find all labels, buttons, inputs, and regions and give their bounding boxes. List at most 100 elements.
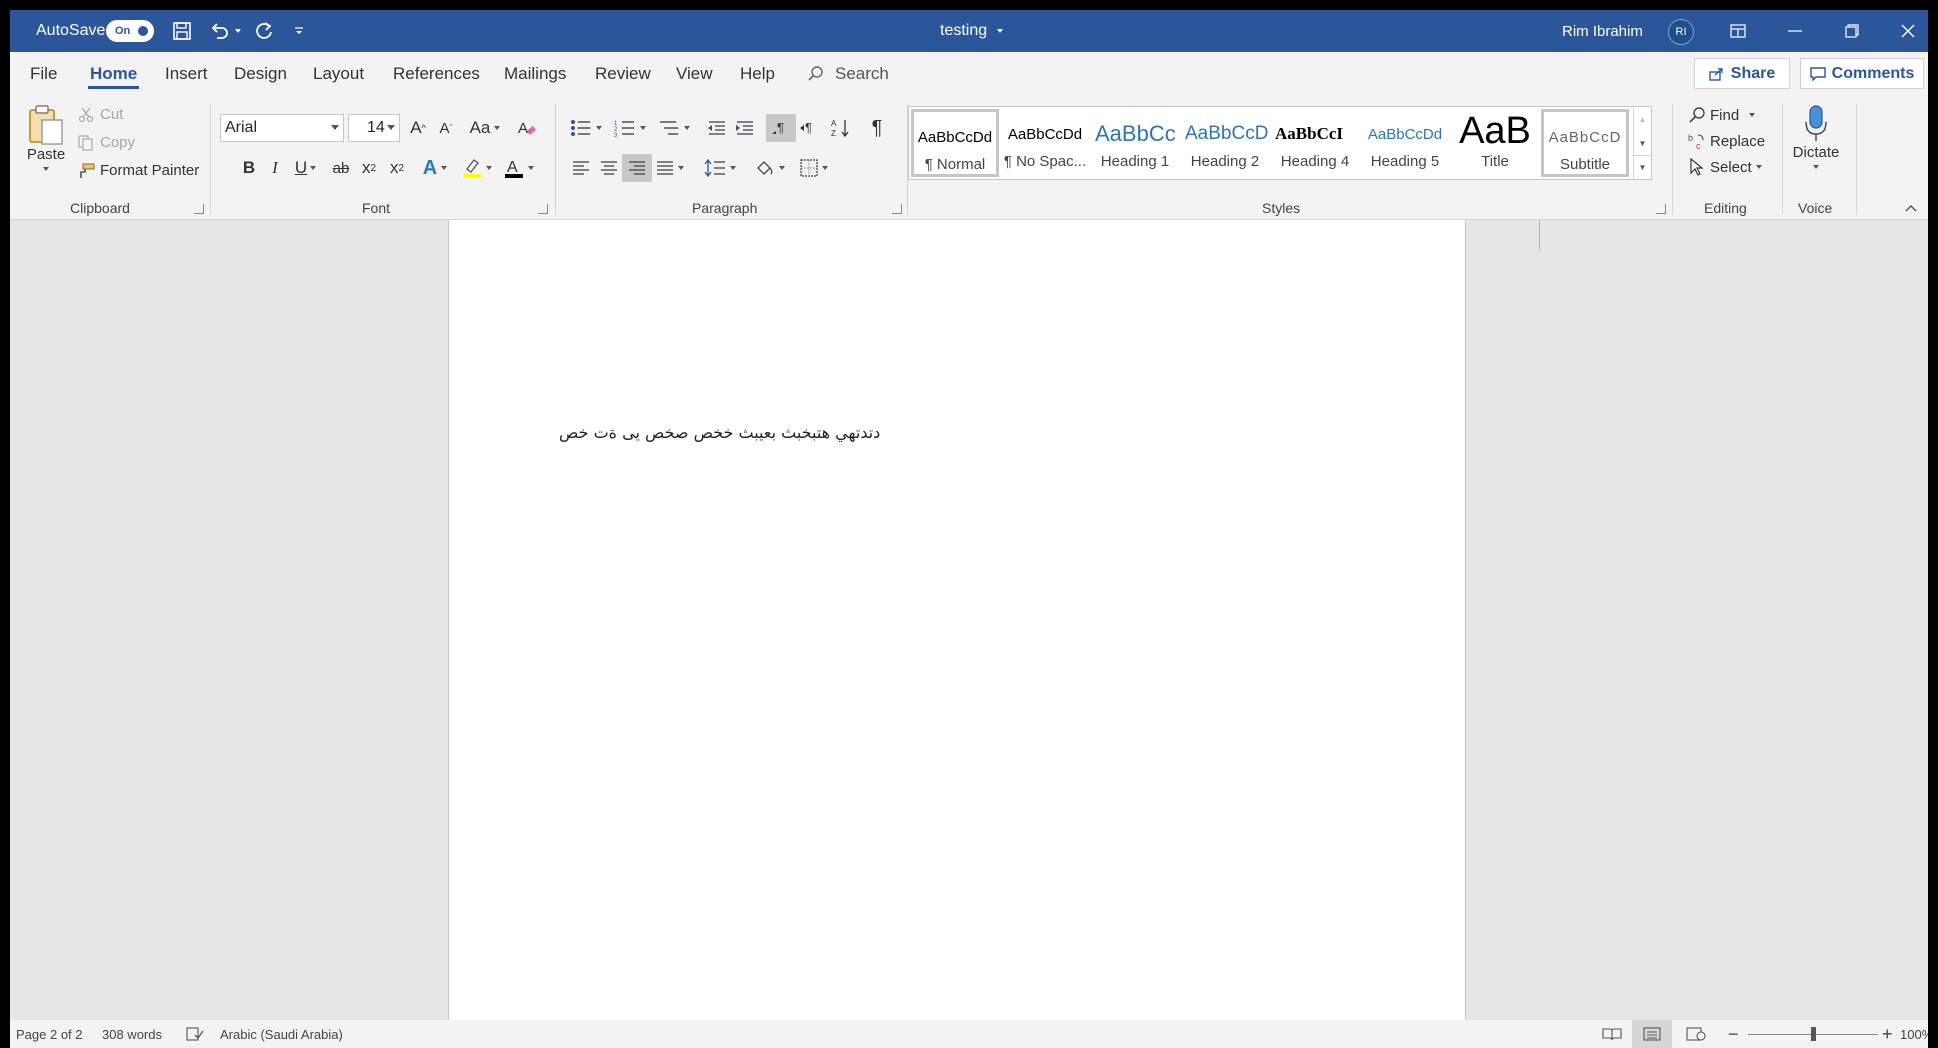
style-subtitle[interactable]: AaBbCcD Subtitle	[1541, 109, 1629, 177]
tab-file[interactable]: File	[30, 52, 57, 96]
web-layout-icon[interactable]	[1686, 1020, 1706, 1048]
svg-text:c: c	[1696, 141, 1701, 150]
editing-group-label: Editing	[1704, 200, 1747, 216]
proofing-icon[interactable]	[186, 1020, 204, 1048]
document-title[interactable]: testing	[940, 10, 1004, 52]
share-button[interactable]: Share	[1694, 58, 1790, 89]
dictate-dropdown-icon[interactable]	[1813, 165, 1819, 169]
autosave-state: On	[115, 25, 131, 37]
tab-review[interactable]: Review	[595, 52, 651, 96]
search-box[interactable]: Search	[807, 52, 889, 96]
find-button[interactable]: Find	[1688, 106, 1756, 124]
styles-group: AaBbCcDd ¶ Normal AaBbCcDd ¶ No Spac... …	[10, 96, 1670, 220]
style-normal[interactable]: AaBbCcDd ¶ Normal	[911, 109, 999, 177]
word-count[interactable]: 308 words	[102, 1020, 162, 1048]
style-heading-2-name: Heading 2	[1190, 153, 1260, 170]
tab-references[interactable]: References	[393, 52, 480, 96]
styles-scroll-down-icon[interactable]: ▼	[1634, 131, 1651, 155]
style-heading-4-preview: AaBbCcI	[1275, 124, 1344, 143]
document-canvas: دتدتهي هتبخبث بعيبث خخص صخص يى ةت خص	[10, 220, 1928, 1020]
zoom-level[interactable]: 100%	[1900, 1020, 1928, 1048]
style-heading-1-name: Heading 1	[1100, 153, 1170, 170]
style-heading-1-preview: AaBbCc	[1095, 121, 1176, 146]
minimize-icon[interactable]	[1767, 10, 1823, 52]
styles-gallery: AaBbCcDd ¶ Normal AaBbCcDd ¶ No Spac... …	[908, 106, 1652, 180]
style-no-spacing-name: ¶ No Spac...	[1003, 153, 1087, 170]
svg-text:b: b	[1688, 133, 1693, 143]
redo-icon[interactable]	[251, 18, 277, 44]
status-bar: Page 2 of 2 308 words Arabic (Saudi Arab…	[10, 1020, 1928, 1048]
document-title-text: testing	[940, 22, 988, 39]
document-text[interactable]: دتدتهي هتبخبث بعيبث خخص صخص يى ةت خص	[559, 423, 914, 442]
close-icon[interactable]	[1880, 10, 1928, 52]
page-count[interactable]: Page 2 of 2	[16, 1020, 83, 1048]
editing-group: Find bc Replace Select Editing	[1674, 96, 1780, 220]
comments-button[interactable]: Comments	[1800, 58, 1924, 89]
style-title-name: Title	[1481, 153, 1509, 170]
zoom-slider[interactable]	[1748, 1027, 1878, 1041]
tab-layout[interactable]: Layout	[313, 52, 364, 96]
style-subtitle-preview: AaBbCcD	[1548, 128, 1622, 146]
zoom-out-icon[interactable]: −	[1728, 1020, 1739, 1048]
find-icon	[1688, 106, 1706, 124]
style-heading-2-preview: AaBbCcD	[1185, 123, 1269, 144]
print-layout-icon[interactable]	[1632, 1020, 1672, 1048]
collapse-ribbon-icon[interactable]	[1904, 200, 1918, 214]
cursor-icon	[1688, 158, 1706, 176]
undo-icon[interactable]	[207, 18, 233, 44]
tab-design[interactable]: Design	[234, 52, 287, 96]
tab-insert[interactable]: Insert	[165, 52, 208, 96]
style-no-spacing[interactable]: AaBbCcDd ¶ No Spac...	[1001, 109, 1089, 177]
comment-icon	[1809, 66, 1826, 81]
read-mode-icon[interactable]	[1602, 1020, 1622, 1048]
tab-mailings[interactable]: Mailings	[504, 52, 566, 96]
select-label: Select	[1710, 158, 1752, 176]
customize-toolbar-icon[interactable]	[291, 18, 307, 44]
style-heading-4[interactable]: AaBbCcI Heading 4	[1271, 109, 1359, 177]
voice-group: Dictate Voice	[1784, 96, 1854, 220]
ribbon-display-options-icon[interactable]	[1710, 10, 1766, 52]
autosave-toggle[interactable]: On	[106, 20, 154, 42]
styles-group-label: Styles	[1262, 200, 1301, 216]
autosave-label: AutoSave	[36, 22, 106, 39]
save-icon[interactable]	[169, 18, 195, 44]
dictate-button[interactable]: Dictate	[1786, 104, 1846, 169]
voice-group-label: Voice	[1798, 200, 1833, 216]
styles-scroll-up-icon[interactable]: ▲	[1634, 107, 1651, 131]
style-subtitle-name: Subtitle	[1559, 156, 1611, 173]
replace-label: Replace	[1710, 132, 1766, 150]
ribbon-tabs: File Home Insert Design Layout Reference…	[10, 52, 1928, 96]
style-normal-preview: AaBbCcDd	[917, 128, 993, 146]
style-title[interactable]: AaB Title	[1451, 109, 1539, 177]
dictate-label: Dictate	[1792, 144, 1840, 161]
style-heading-2[interactable]: AaBbCcD Heading 2	[1181, 109, 1269, 177]
zoom-in-icon[interactable]: +	[1882, 1020, 1893, 1048]
search-label: Search	[835, 64, 889, 83]
styles-dialog-launcher-icon[interactable]	[1656, 204, 1666, 214]
replace-button[interactable]: bc Replace	[1688, 132, 1766, 151]
title-bar: AutoSave On testing Rim Ibrahim RI	[10, 10, 1928, 52]
share-label: Share	[1730, 64, 1776, 82]
ribbon: Paste Cut Copy Format Painter Clipboard …	[10, 96, 1928, 220]
share-icon	[1709, 67, 1725, 81]
document-page[interactable]: دتدتهي هتبخبث بعيبث خخص صخص يى ةت خص	[448, 220, 1466, 1020]
microphone-icon	[1803, 104, 1829, 144]
search-icon	[807, 65, 825, 83]
avatar[interactable]: RI	[1668, 19, 1694, 45]
style-no-spacing-preview: AaBbCcDd	[1007, 125, 1083, 143]
style-heading-1[interactable]: AaBbCc Heading 1	[1091, 109, 1179, 177]
undo-dropdown-icon[interactable]	[232, 18, 244, 44]
style-heading-5[interactable]: AaBbCcDd Heading 5	[1361, 109, 1449, 177]
tab-help[interactable]: Help	[740, 52, 775, 96]
tab-home[interactable]: Home	[87, 52, 140, 96]
replace-icon: bc	[1688, 132, 1706, 150]
style-heading-5-name: Heading 5	[1370, 153, 1440, 170]
restore-icon[interactable]	[1824, 10, 1880, 52]
select-button[interactable]: Select	[1688, 158, 1762, 176]
style-heading-4-name: Heading 4	[1280, 153, 1350, 170]
language-indicator[interactable]: Arabic (Saudi Arabia)	[220, 1020, 343, 1048]
tab-view[interactable]: View	[676, 52, 713, 96]
word-window: AutoSave On testing Rim Ibrahim RI File …	[10, 10, 1928, 1048]
zoom-slider-thumb[interactable]	[1811, 1027, 1816, 1041]
styles-more-icon[interactable]: ▼	[1634, 155, 1651, 179]
